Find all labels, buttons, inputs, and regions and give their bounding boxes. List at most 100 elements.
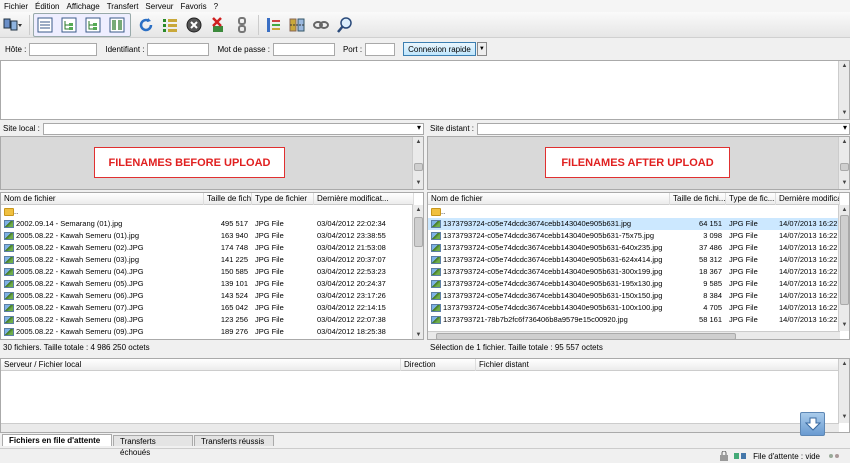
local-site-combo[interactable] [42,122,424,135]
scroll-thumb[interactable] [840,215,849,305]
scroll-up-icon[interactable]: ▲ [840,138,849,147]
site-manager-icon[interactable] [2,14,24,36]
menu-item-6[interactable]: ? [214,2,218,11]
table-row[interactable]: 2005.08.22 - Kawah Semeru (06).JPG 143 52… [1,290,414,302]
port-input[interactable] [365,42,396,56]
local-file-header: Nom de fichier Taille de fichi... Type d… [1,193,414,205]
host-input[interactable] [29,42,98,56]
column-type[interactable]: Type de fichier [252,193,314,205]
table-row[interactable]: 1373793724-c05e74dcdc3674cebb143040e905b… [428,242,840,254]
scroll-thumb[interactable] [840,163,849,171]
table-row[interactable]: .. [1,206,414,218]
table-row[interactable]: .. [428,206,840,218]
password-input[interactable] [272,42,335,56]
filter-icon[interactable] [262,14,284,36]
scroll-up-icon[interactable]: ▲ [840,360,849,369]
table-row[interactable]: 2005.08.22 - Kawah Semeru (04).JPG 150 58… [1,266,414,278]
file-type: JPG File [255,327,284,336]
table-row[interactable]: 2005.08.22 - Kawah Semeru (03).jpg 141 22… [1,254,414,266]
image-file-icon [4,304,14,313]
menu-item-4[interactable]: Serveur [145,2,173,11]
remote-site-combo[interactable] [477,122,850,135]
menu-item-5[interactable]: Favoris [180,2,206,11]
scroll-down-icon[interactable]: ▼ [840,321,849,330]
table-row[interactable]: 2005.08.22 - Kawah Semeru (01).jpg 163 94… [1,230,414,242]
local-tree-scrollbar[interactable]: ▲ ▼ [412,137,423,189]
quickconnect-dropdown-icon[interactable]: ▼ [476,42,487,56]
file-name: 2005.08.22 - Kawah Semeru (01).jpg [16,231,139,240]
process-queue-icon[interactable] [159,14,181,36]
queue-hscrollbar[interactable] [1,423,839,432]
queue-scrollbar[interactable]: ▲ ▼ [838,359,849,423]
remote-list-scrollbar[interactable]: ▲ ▼ [838,205,849,331]
remote-tree-scrollbar[interactable]: ▲ ▼ [838,137,849,189]
tab-successful-transfers[interactable]: Transferts réussis [194,435,274,446]
table-row[interactable]: 1373793724-c05e74dcdc3674cebb143040e905b… [428,290,840,302]
transfer-queue: Serveur / Fichier local Direction Fichie… [0,358,850,433]
table-row[interactable]: 2002.09.14 - Semarang (01).jpg 495 517 JPG… [1,218,414,230]
table-row[interactable]: 1373793724-c05e74dcdc3674cebb143040e905b… [428,230,840,242]
toggle-log-icon[interactable] [34,14,56,36]
scroll-thumb[interactable] [414,163,423,171]
table-row[interactable]: 1373793724-c05e74dcdc3674cebb143040e905b… [428,254,840,266]
search-icon[interactable] [334,14,356,36]
scroll-thumb[interactable] [436,333,736,339]
table-row[interactable]: 2005.08.22 - Kawah Semeru (07).JPG 165 04… [1,302,414,314]
scroll-down-icon[interactable]: ▼ [840,413,849,422]
table-row[interactable]: 2005.08.22 - Kawah Semeru (02).JPG 174 74… [1,242,414,254]
menu-item-1[interactable]: Édition [35,2,59,11]
column-direction[interactable]: Direction [401,359,476,371]
file-modified: 14/07/2013 16:22:0 [779,255,839,264]
log-scrollbar[interactable]: ▲ ▼ [838,61,849,119]
local-site-label: Site local : [3,124,40,133]
toggle-local-tree-icon[interactable] [58,14,80,36]
scroll-up-icon[interactable]: ▲ [414,138,423,147]
tab-failed-transfers[interactable]: Transferts échoués [113,435,193,457]
disconnect-icon[interactable] [207,14,229,36]
reconnect-icon[interactable] [231,14,253,36]
table-row[interactable]: 2005.08.22 - Kawah Semeru (05).JPG 139 10… [1,278,414,290]
toggle-queue-icon[interactable] [106,14,128,36]
scroll-down-icon[interactable]: ▼ [840,109,849,118]
scroll-down-icon[interactable]: ▼ [414,331,423,339]
column-server-local-file[interactable]: Serveur / Fichier local [1,359,401,371]
file-size: 58 161 [699,315,722,324]
table-row[interactable]: 1373793724-c05e74dcdc3674cebb143040e905b… [428,278,840,290]
refresh-icon[interactable] [135,14,157,36]
menu-item-0[interactable]: Fichier [4,2,28,11]
queue-download-button[interactable] [800,412,825,436]
table-row[interactable]: 1373793724-c05e74dcdc3674cebb143040e905b… [428,218,840,230]
scroll-down-icon[interactable]: ▼ [840,179,849,188]
scroll-down-icon[interactable]: ▼ [414,179,423,188]
column-filename[interactable]: Nom de fichier [428,193,670,205]
table-row[interactable]: 1373793724-c05e74dcdc3674cebb143040e905b… [428,266,840,278]
scroll-up-icon[interactable]: ▲ [414,206,423,215]
column-filename[interactable]: Nom de fichier [1,193,204,205]
user-input[interactable] [147,42,210,56]
scroll-thumb[interactable] [414,217,423,247]
scroll-up-icon[interactable]: ▲ [840,206,849,215]
column-modified[interactable]: Dernière modificat... [314,193,414,205]
compare-icon[interactable] [286,14,308,36]
column-size[interactable]: Taille de fichi... [670,193,726,205]
column-size[interactable]: Taille de fichi... [204,193,252,205]
table-row[interactable]: 2005.08.22 - Kawah Semeru (08).JPG 123 25… [1,314,414,326]
remote-list-hscrollbar[interactable] [428,331,840,339]
quickconnect-button[interactable]: Connexion rapide [403,42,476,56]
column-type[interactable]: Type de fic... [726,193,776,205]
sync-browse-icon[interactable] [310,14,332,36]
file-size: 495 517 [220,219,248,228]
local-site-bar: Site local : [0,122,424,135]
toggle-remote-tree-icon[interactable] [82,14,104,36]
local-list-scrollbar[interactable]: ▲ ▼ [412,205,423,339]
column-remote-file[interactable]: Fichier distant [476,359,839,371]
menu-item-3[interactable]: Transfert [107,2,139,11]
column-modified[interactable]: Dernière modifica... [776,193,840,205]
menu-item-2[interactable]: Affichage [66,2,99,11]
table-row[interactable]: 1373793724-c05e74dcdc3674cebb143040e905b… [428,302,840,314]
cancel-icon[interactable] [183,14,205,36]
scroll-up-icon[interactable]: ▲ [840,62,849,71]
table-row[interactable]: 1373793721-78b7b2fc6f736406b8a9579e15c00… [428,314,840,326]
tab-queued-files[interactable]: Fichiers en file d'attente [2,434,112,446]
table-row[interactable]: 2005.08.22 - Kawah Semeru (09).JPG 189 27… [1,326,414,338]
